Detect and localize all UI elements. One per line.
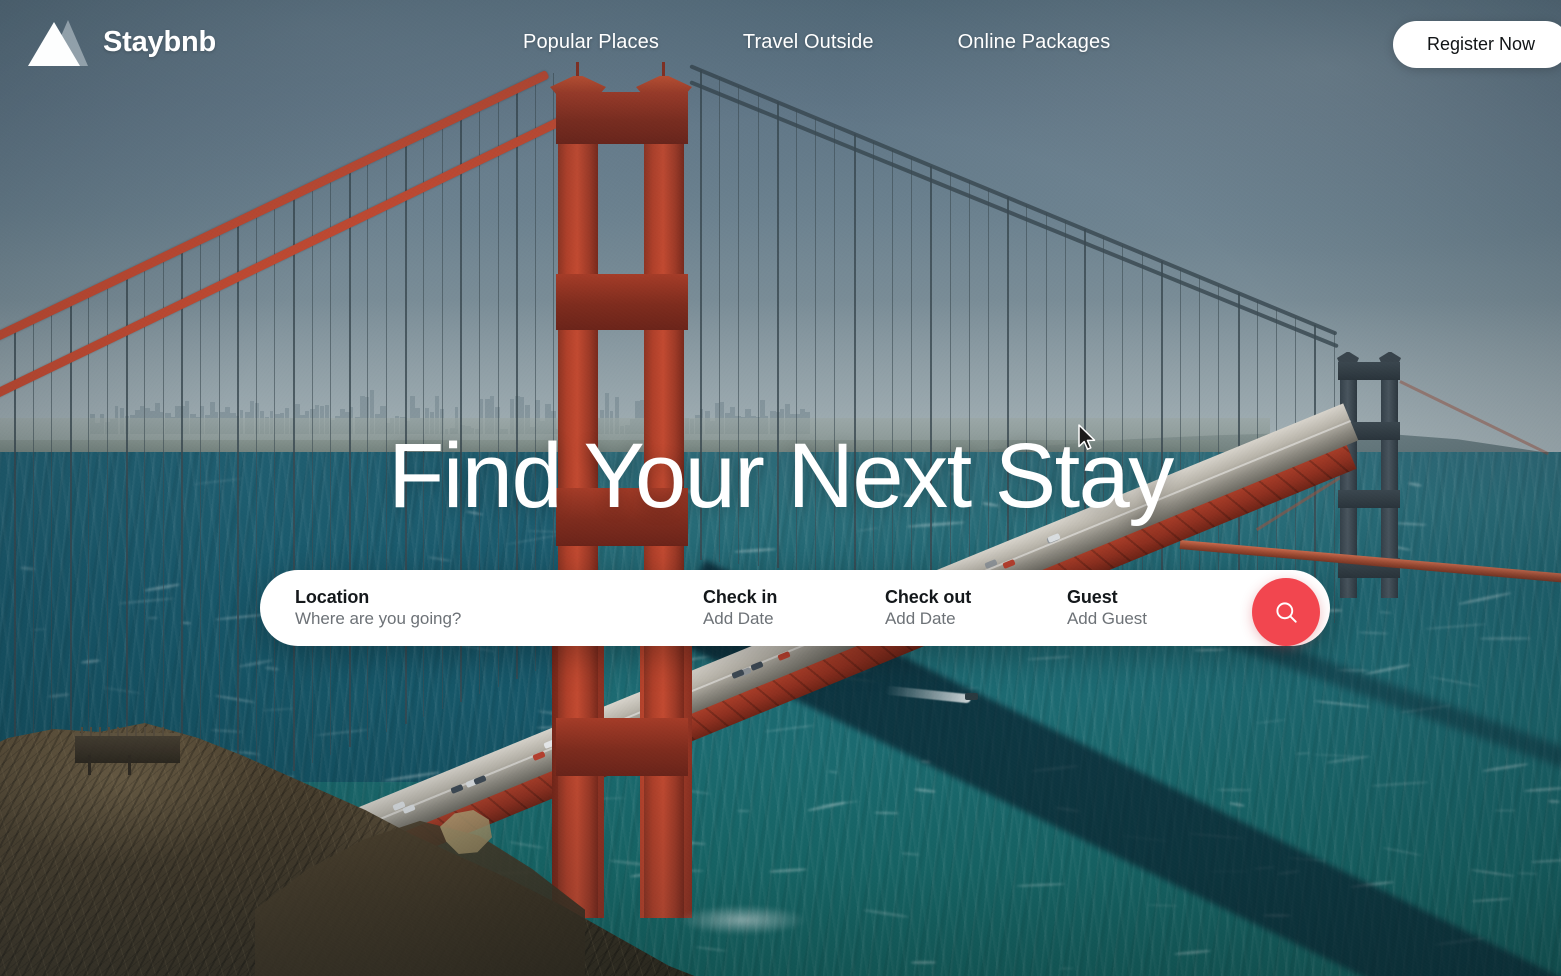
overlook-post-right [128, 755, 131, 775]
checkout-label: Check out [885, 586, 972, 607]
mountain-triangle-logo-icon [28, 18, 88, 66]
tower-strut-4 [556, 718, 688, 776]
search-field-checkout[interactable]: Check out Add Date [885, 570, 1067, 646]
nav-item-travel-outside[interactable]: Travel Outside [743, 31, 874, 54]
nav-item-online-packages[interactable]: Online Packages [958, 31, 1111, 54]
search-bar: Location Where are you going? Check in A… [260, 570, 1330, 646]
overlook-post-left [88, 755, 91, 775]
brand-name: Staybnb [103, 25, 216, 58]
guest-input[interactable]: Add Guest [1067, 608, 1252, 630]
brand-logo[interactable]: Staybnb [28, 18, 216, 66]
search-icon [1275, 601, 1297, 623]
search-field-location[interactable]: Location Where are you going? [295, 570, 703, 646]
tower-strut-2 [556, 274, 688, 330]
search-field-guest[interactable]: Guest Add Guest [1067, 570, 1252, 646]
location-input[interactable]: Where are you going? [295, 608, 703, 630]
guest-label: Guest [1067, 586, 1118, 607]
search-button[interactable] [1252, 578, 1320, 646]
nav-item-popular-places[interactable]: Popular Places [523, 31, 659, 54]
site-header: Staybnb Popular Places Travel Outside On… [0, 0, 1561, 84]
location-label: Location [295, 586, 370, 607]
search-field-checkin[interactable]: Check in Add Date [703, 570, 885, 646]
register-now-button[interactable]: Register Now [1392, 21, 1561, 68]
landing-page: Staybnb Popular Places Travel Outside On… [0, 0, 1561, 976]
checkout-input[interactable]: Add Date [885, 608, 1067, 630]
tower-base-splash [678, 905, 808, 935]
checkin-input[interactable]: Add Date [703, 608, 885, 630]
tower-strut-1 [556, 92, 688, 144]
checkin-label: Check in [703, 586, 778, 607]
hero-title: Find Your Next Stay [388, 425, 1174, 527]
main-nav: Popular Places Travel Outside Online Pac… [523, 31, 1110, 54]
